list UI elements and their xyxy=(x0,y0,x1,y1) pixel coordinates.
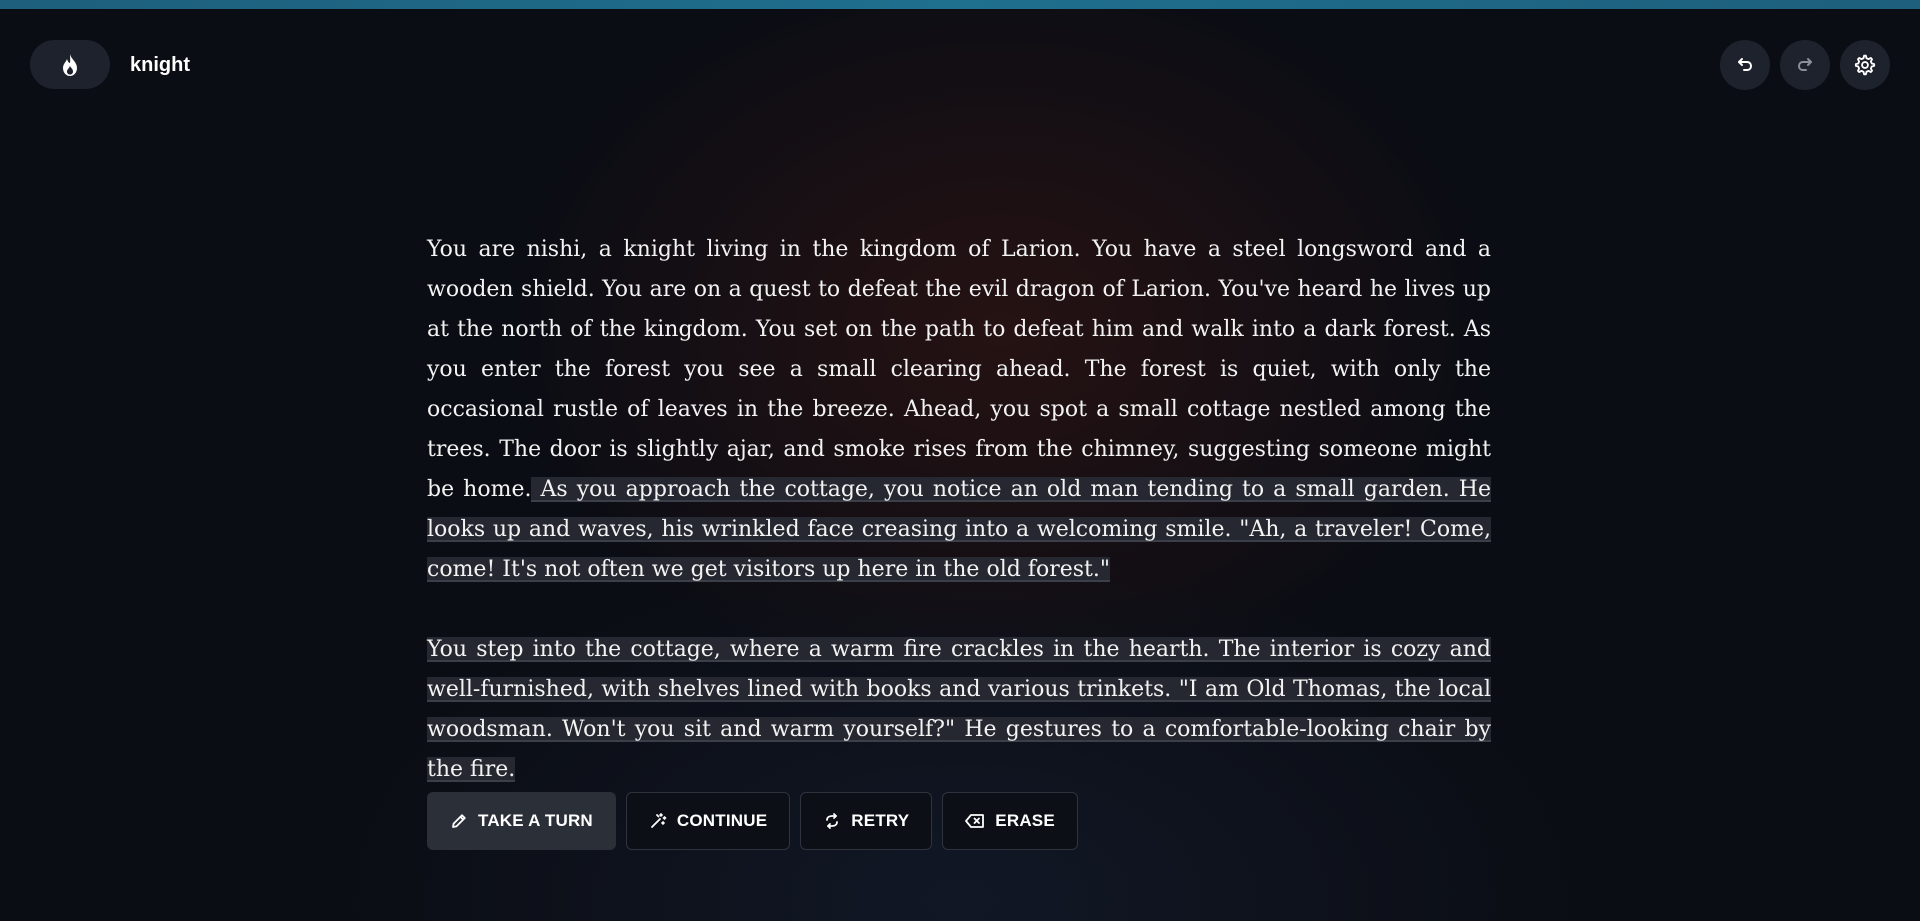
story-text: You are nishi, a knight living in the ki… xyxy=(427,230,1491,830)
story-continuation-highlight[interactable]: You step into the cottage, where a warm … xyxy=(427,637,1491,782)
story-intro: You are nishi, a knight living in the ki… xyxy=(427,237,1491,502)
undo-button[interactable] xyxy=(1720,40,1770,90)
gear-icon xyxy=(1854,54,1876,76)
erase-label: ERASE xyxy=(995,811,1055,830)
continue-label: CONTINUE xyxy=(676,811,768,830)
retry-label: RETRY xyxy=(851,811,910,830)
redo-button[interactable] xyxy=(1780,40,1830,90)
settings-button[interactable] xyxy=(1840,40,1890,90)
story-paragraph-1: You are nishi, a knight living in the ki… xyxy=(427,230,1491,590)
continue-button[interactable]: CONTINUE xyxy=(625,792,791,850)
home-button[interactable] xyxy=(30,40,110,89)
take-a-turn-label: TAKE A TURN xyxy=(478,811,593,830)
take-a-turn-button[interactable]: TAKE A TURN xyxy=(427,792,616,850)
top-accent-bar xyxy=(0,0,1920,9)
pencil-icon xyxy=(450,812,468,830)
flame-icon xyxy=(61,53,79,77)
undo-icon xyxy=(1736,56,1754,74)
story-paragraph-2: You step into the cottage, where a warm … xyxy=(427,630,1491,790)
adventure-title: knight xyxy=(130,54,190,76)
retry-button[interactable]: RETRY xyxy=(800,792,933,850)
backspace-icon xyxy=(965,813,985,829)
action-bar: TAKE A TURN CONTINUE RETRY ERASE xyxy=(427,792,1078,850)
app-page: knight You are nishi, a knight living in… xyxy=(0,0,1920,921)
retry-icon xyxy=(823,812,841,830)
story-continuation-highlight[interactable]: As you approach the cottage, you notice … xyxy=(427,477,1491,582)
erase-button[interactable]: ERASE xyxy=(942,792,1078,850)
magic-wand-icon xyxy=(649,812,667,830)
redo-icon xyxy=(1796,56,1814,74)
